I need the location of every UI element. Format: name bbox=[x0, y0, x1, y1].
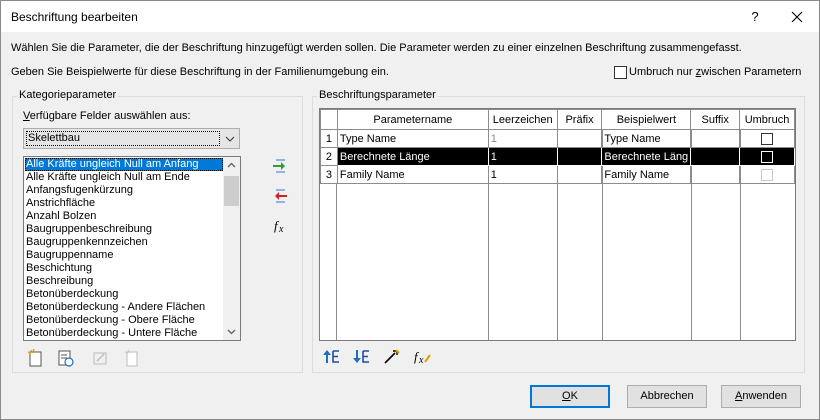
spaces-cell[interactable]: 1 bbox=[487, 147, 558, 166]
category-select-value: Skelettbau bbox=[26, 131, 220, 146]
sample-value-cell[interactable]: Type Name bbox=[601, 129, 692, 148]
spaces-cell[interactable]: 1 bbox=[487, 129, 558, 148]
header-row-number bbox=[320, 109, 338, 130]
wrap-checkbox[interactable] bbox=[761, 132, 774, 145]
edit-label-dialog: Beschriftung bearbeiten ? Wählen Sie die… bbox=[0, 0, 820, 420]
apply-button[interactable]: Anwenden bbox=[721, 385, 801, 408]
wrap-between-parameters-checkbox[interactable] bbox=[614, 66, 627, 79]
fx-icon: fx bbox=[274, 218, 284, 235]
table-row[interactable]: 2 Berechnete Länge 1 Berechnete Läng bbox=[320, 147, 795, 166]
parameter-name-cell[interactable]: Type Name bbox=[336, 129, 489, 148]
edit-parameter-icon bbox=[58, 350, 74, 367]
label-parameters-title: Beschriftungsparameter bbox=[317, 89, 438, 101]
ok-button[interactable]: OK bbox=[530, 385, 610, 408]
scroll-down-arrow-icon[interactable] bbox=[223, 323, 240, 340]
label-parameters-table: Parametername Leerzeichen Präfix Beispie… bbox=[320, 109, 795, 184]
modify-parameter-button[interactable] bbox=[89, 348, 111, 368]
column-header[interactable]: Suffix bbox=[690, 109, 741, 130]
move-down-icon bbox=[353, 350, 369, 363]
prefix-cell[interactable] bbox=[556, 147, 603, 166]
edit-fx-icon: fx bbox=[414, 349, 431, 366]
column-header[interactable]: Leerzeichen bbox=[487, 109, 558, 130]
remove-parameter-icon bbox=[275, 189, 287, 203]
table-row[interactable]: 1 Type Name 1 Type Name bbox=[320, 129, 795, 148]
column-header[interactable]: Beispielwert bbox=[601, 109, 692, 130]
table-row[interactable]: 3 Family Name 1 Family Name bbox=[320, 165, 795, 184]
svg-text:x: x bbox=[278, 224, 284, 235]
delete-parameter-button[interactable] bbox=[121, 348, 143, 368]
add-calculated-parameter-button[interactable]: fx bbox=[269, 216, 291, 236]
prefix-cell[interactable] bbox=[556, 165, 603, 184]
list-item[interactable]: Beschreibung bbox=[25, 275, 223, 288]
list-item[interactable]: Betonüberdeckung - Andere Flächen bbox=[25, 301, 223, 314]
cancel-button[interactable]: Abbrechen bbox=[627, 385, 707, 408]
column-header[interactable]: Präfix bbox=[556, 109, 603, 130]
suffix-cell[interactable] bbox=[690, 147, 741, 166]
sample-value-cell[interactable]: Berechnete Läng bbox=[601, 147, 692, 166]
list-item[interactable]: Betonüberdeckung bbox=[25, 288, 223, 301]
row-number-cell[interactable]: 2 bbox=[320, 147, 338, 166]
wrap-cell[interactable] bbox=[739, 147, 795, 166]
instruction-line-1: Wählen Sie die Parameter, die der Beschr… bbox=[11, 42, 742, 54]
list-item[interactable]: Baugruppenname bbox=[25, 249, 223, 262]
edit-parameter-properties-icon bbox=[384, 349, 400, 364]
wrap-cell[interactable] bbox=[739, 165, 795, 184]
parameter-name-cell[interactable]: Family Name bbox=[336, 165, 489, 184]
available-fields-items: Alle Kräfte ungleich Null am Anfang Alle … bbox=[25, 158, 223, 340]
list-item[interactable]: Betonüberdeckung - Untere Fläche bbox=[25, 327, 223, 340]
sample-value-cell[interactable]: Family Name bbox=[601, 165, 692, 184]
row-number-cell[interactable]: 1 bbox=[320, 129, 338, 148]
wrap-checkbox[interactable] bbox=[761, 168, 774, 181]
svg-text:x: x bbox=[418, 355, 424, 366]
move-up-icon bbox=[323, 350, 339, 363]
available-fields-label: Verfügbare Felder auswählen aus: bbox=[23, 110, 191, 122]
list-item[interactable]: Beschichtung bbox=[25, 262, 223, 275]
modify-parameter-icon bbox=[93, 352, 107, 365]
wrap-cell[interactable] bbox=[739, 129, 795, 148]
wrap-checkbox[interactable] bbox=[761, 150, 774, 163]
scroll-up-arrow-icon[interactable] bbox=[223, 157, 240, 174]
wrap-between-parameters-label: Umbruch nur zwischen Parametern bbox=[629, 66, 802, 78]
row-number-cell[interactable]: 3 bbox=[320, 165, 338, 184]
add-parameter-button[interactable] bbox=[269, 156, 291, 176]
category-parameters-title: Kategorieparameter bbox=[17, 89, 119, 101]
remove-parameter-button[interactable] bbox=[269, 186, 291, 206]
scroll-thumb[interactable] bbox=[224, 176, 239, 206]
new-parameter-icon bbox=[27, 348, 42, 367]
instruction-line-2: Geben Sie Beispielwerte für diese Beschr… bbox=[11, 66, 389, 78]
list-item[interactable]: Anzahl Bolzen bbox=[25, 210, 223, 223]
title-bar: Beschriftung bearbeiten ? bbox=[1, 1, 819, 32]
suffix-cell[interactable] bbox=[690, 129, 741, 148]
edit-calculated-parameter-button[interactable]: fx bbox=[411, 347, 433, 367]
chevron-down-icon bbox=[225, 136, 235, 142]
list-item[interactable]: Anfangsfugenkürzung bbox=[25, 184, 223, 197]
new-parameter-button[interactable] bbox=[25, 348, 47, 368]
suffix-cell[interactable] bbox=[690, 165, 741, 184]
category-select[interactable]: Skelettbau bbox=[23, 128, 240, 149]
close-icon bbox=[791, 11, 803, 23]
list-item[interactable]: Anstrichfläche bbox=[25, 197, 223, 210]
list-item[interactable]: Baugruppenbeschreibung bbox=[25, 223, 223, 236]
list-item[interactable]: Alle Kräfte ungleich Null am Ende bbox=[25, 171, 223, 184]
column-header[interactable]: Umbruch bbox=[739, 109, 795, 130]
delete-parameter-icon bbox=[124, 349, 138, 367]
available-fields-list[interactable]: Alle Kräfte ungleich Null am Anfang Alle … bbox=[23, 156, 241, 341]
add-parameter-icon bbox=[273, 159, 285, 173]
edit-parameter-properties-button[interactable] bbox=[381, 347, 403, 367]
move-down-button[interactable] bbox=[351, 347, 373, 367]
list-item[interactable]: Betonüberdeckung - Obere Fläche bbox=[25, 314, 223, 327]
column-header[interactable]: Parametername bbox=[336, 109, 489, 130]
prefix-cell[interactable] bbox=[556, 129, 603, 148]
move-up-button[interactable] bbox=[321, 347, 343, 367]
close-button[interactable] bbox=[787, 7, 807, 27]
list-item[interactable]: Baugruppenkennzeichen bbox=[25, 236, 223, 249]
parameter-name-cell[interactable]: Berechnete Länge bbox=[336, 147, 489, 166]
edit-shared-parameter-button[interactable] bbox=[55, 348, 77, 368]
label-parameters-grid[interactable]: Parametername Leerzeichen Präfix Beispie… bbox=[319, 108, 796, 341]
list-scrollbar[interactable] bbox=[223, 157, 240, 340]
dialog-title: Beschriftung bearbeiten bbox=[11, 10, 138, 24]
list-item[interactable]: Alle Kräfte ungleich Null am Anfang bbox=[25, 158, 223, 171]
help-button[interactable]: ? bbox=[745, 7, 765, 27]
spaces-cell[interactable]: 1 bbox=[487, 165, 558, 184]
